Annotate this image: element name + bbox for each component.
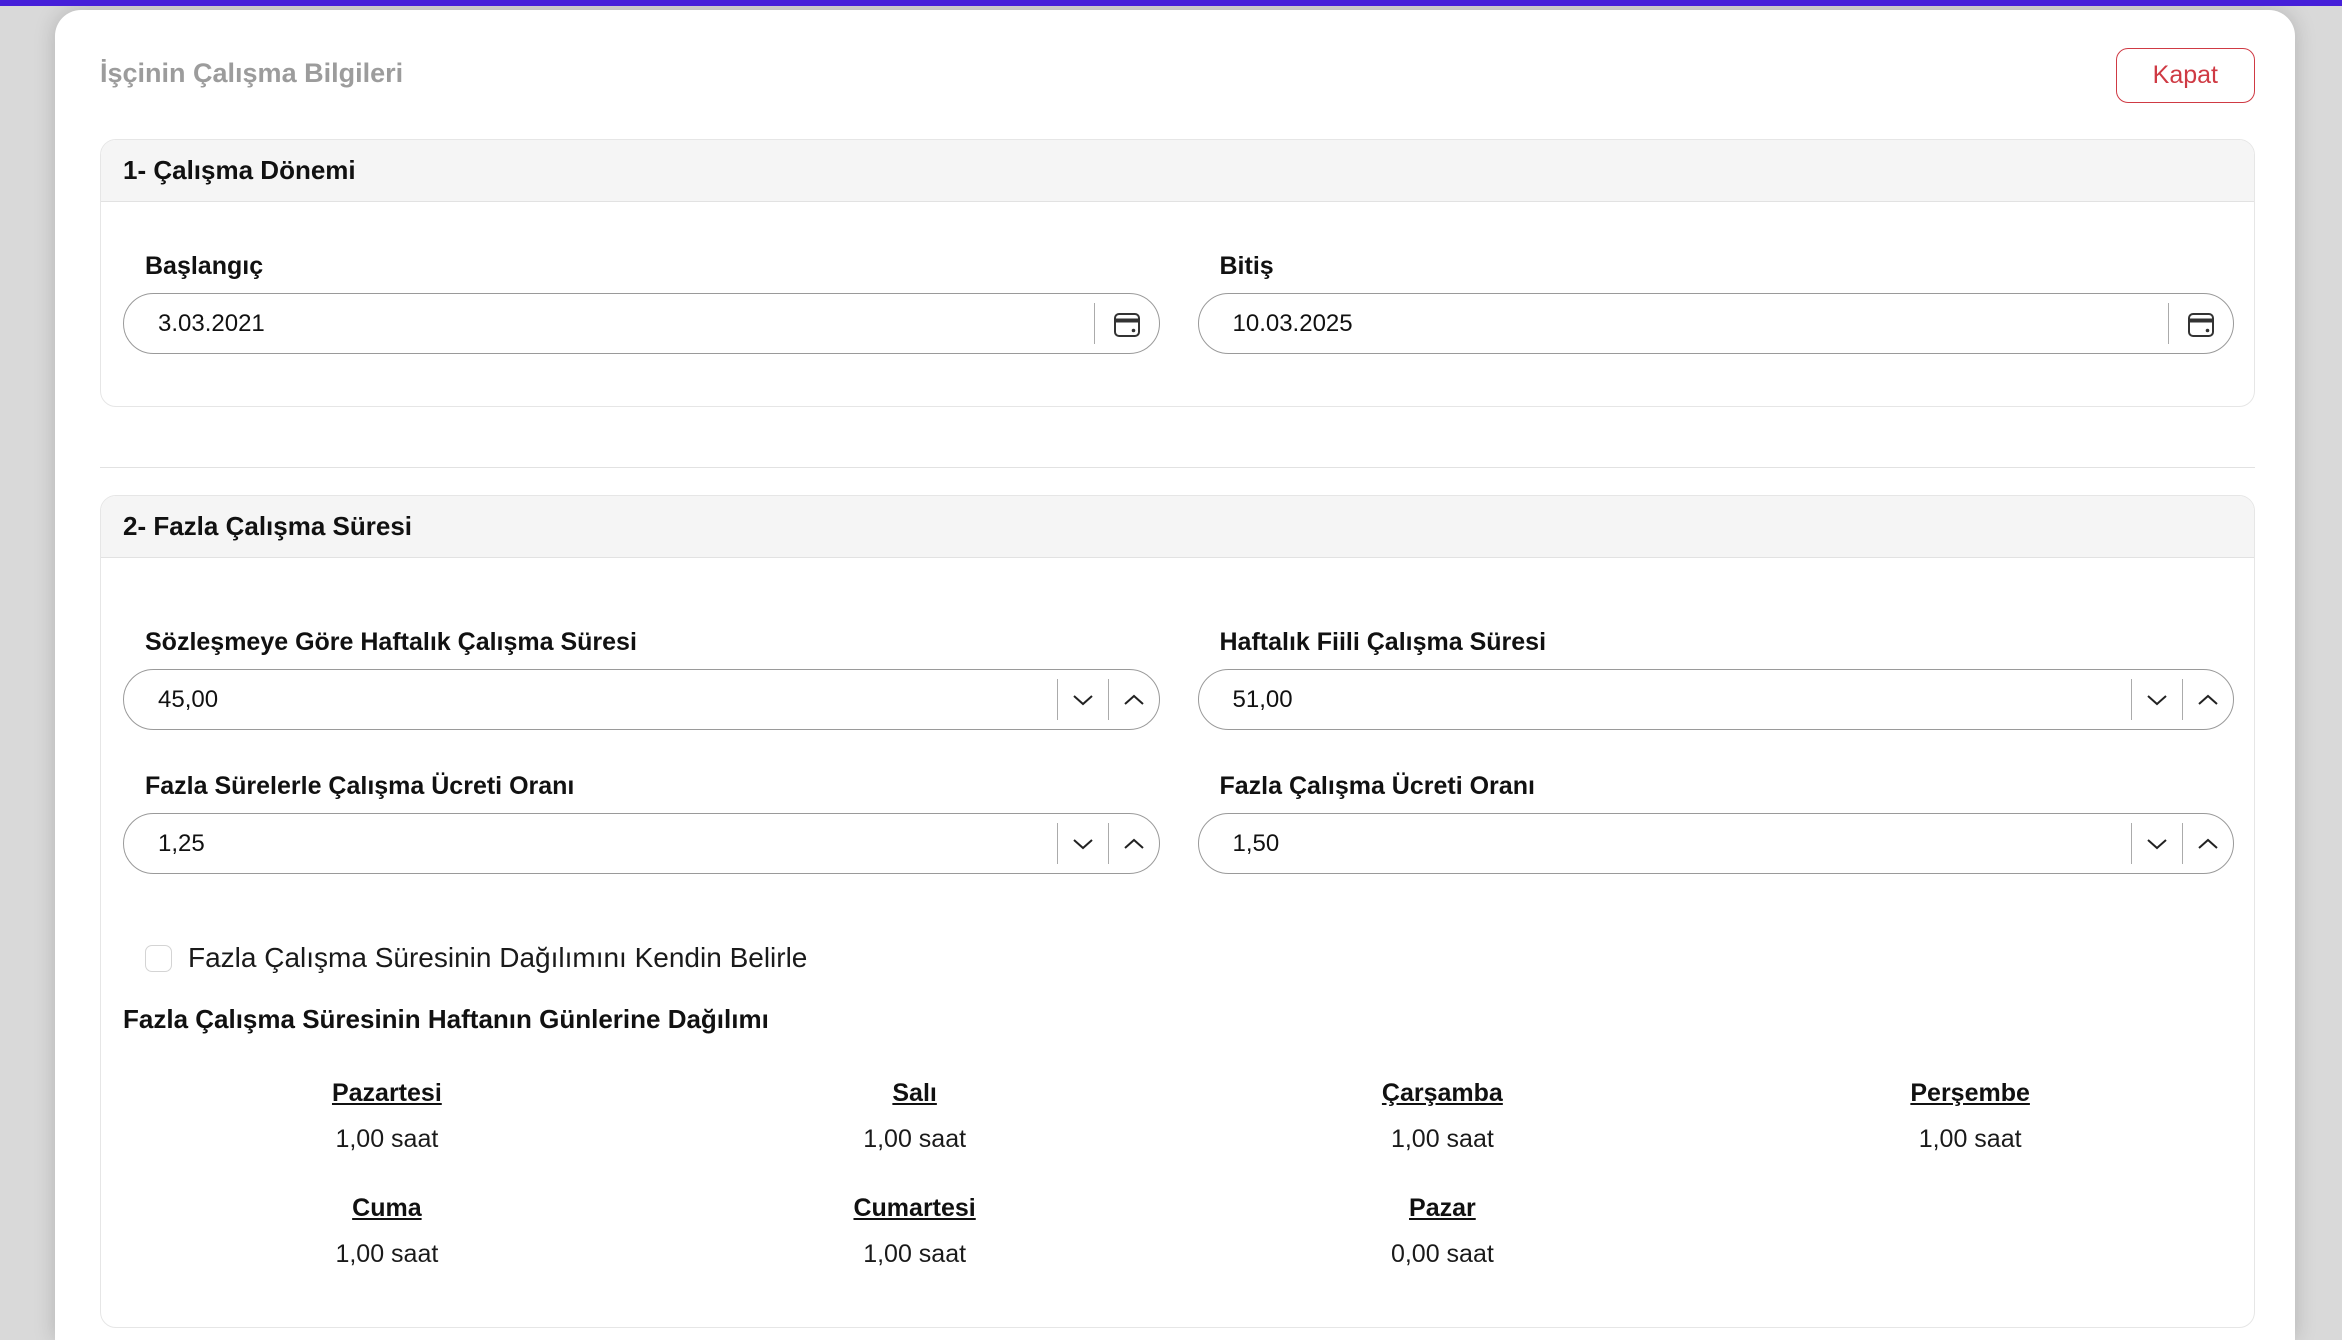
calendar-icon [1112,309,1142,339]
day-value: 1,00 saat [651,1125,1179,1154]
actual-weekly-hours-decrement-button[interactable] [2132,670,2182,729]
extra-period-rate-field-group: Fazla Sürelerle Çalışma Ücreti Oranı [123,772,1160,874]
end-date-input-wrap [1198,293,2235,354]
self-distribution-checkbox-label: Fazla Çalışma Süresinin Dağılımını Kendi… [188,942,807,974]
day-cell-saturday: Cumartesi 1,00 saat [651,1194,1179,1269]
day-name: Cumartesi [651,1194,1179,1223]
day-name: Perşembe [1706,1079,2234,1108]
day-cell-monday: Pazartesi 1,00 saat [123,1079,651,1154]
day-cell-sunday: Pazar 0,00 saat [1179,1194,1707,1269]
day-name: Çarşamba [1179,1079,1707,1108]
end-date-calendar-button[interactable] [2169,294,2233,353]
day-value: 1,00 saat [1179,1125,1707,1154]
end-date-input[interactable] [1199,294,2169,353]
contract-weekly-hours-input[interactable] [124,670,1057,729]
day-cell-friday: Cuma 1,00 saat [123,1194,651,1269]
section-overtime-body: Sözleşmeye Göre Haftalık Çalışma Süresi [101,558,2254,1327]
overtime-rate-input-wrap [1198,813,2235,874]
actual-weekly-hours-input-wrap [1198,669,2235,730]
section-work-period-body: Başlangıç [101,202,2254,406]
distribution-title: Fazla Çalışma Süresinin Haftanın Günleri… [123,1004,2234,1035]
day-cell-tuesday: Salı 1,00 saat [651,1079,1179,1154]
overtime-rate-decrement-button[interactable] [2132,814,2182,873]
day-cell-thursday: Perşembe 1,00 saat [1706,1079,2234,1154]
actual-weekly-hours-label: Haftalık Fiili Çalışma Süresi [1220,628,2235,657]
day-value: 1,00 saat [1706,1125,2234,1154]
calendar-icon [2186,309,2216,339]
day-name: Pazartesi [123,1079,651,1108]
extra-period-rate-label: Fazla Sürelerle Çalışma Ücreti Oranı [145,772,1160,801]
chevron-up-icon [1122,837,1146,851]
actual-weekly-hours-field-group: Haftalık Fiili Çalışma Süresi [1198,628,2235,730]
contract-weekly-hours-increment-button[interactable] [1109,670,1159,729]
contract-weekly-hours-decrement-button[interactable] [1058,670,1108,729]
overtime-rate-label: Fazla Çalışma Ücreti Oranı [1220,772,2235,801]
day-name: Salı [651,1079,1179,1108]
day-value: 1,00 saat [123,1125,651,1154]
extra-period-rate-input[interactable] [124,814,1057,873]
section-work-period-title: 1- Çalışma Dönemi [123,155,356,185]
overtime-rate-increment-button[interactable] [2183,814,2233,873]
section-divider [100,467,2255,468]
day-value: 1,00 saat [123,1240,651,1269]
section-overtime: 2- Fazla Çalışma Süresi Sözleşmeye Göre … [100,495,2255,1328]
chevron-down-icon [1071,837,1095,851]
modal-header: İşçinin Çalışma Bilgileri Kapat [100,48,2255,103]
start-date-input[interactable] [124,294,1094,353]
contract-weekly-hours-input-wrap [123,669,1160,730]
extra-period-rate-input-wrap [123,813,1160,874]
day-value: 0,00 saat [1179,1240,1707,1269]
contract-weekly-hours-field-group: Sözleşmeye Göre Haftalık Çalışma Süresi [123,628,1160,730]
section-work-period: 1- Çalışma Dönemi Başlangıç [100,139,2255,407]
end-date-label: Bitiş [1220,252,2235,281]
start-date-label: Başlangıç [145,252,1160,281]
section-overtime-title: 2- Fazla Çalışma Süresi [123,511,412,541]
start-date-field-group: Başlangıç [123,252,1160,354]
start-date-input-wrap [123,293,1160,354]
top-accent-bar [0,0,2342,6]
chevron-down-icon [2145,693,2169,707]
close-button[interactable]: Kapat [2116,48,2255,103]
actual-weekly-hours-input[interactable] [1199,670,2132,729]
extra-period-rate-decrement-button[interactable] [1058,814,1108,873]
chevron-up-icon [2196,693,2220,707]
day-name: Cuma [123,1194,651,1223]
days-distribution-grid: Pazartesi 1,00 saat Salı 1,00 saat Çarşa… [123,1079,2234,1269]
start-date-calendar-button[interactable] [1095,294,1159,353]
chevron-down-icon [2145,837,2169,851]
section-overtime-header: 2- Fazla Çalışma Süresi [101,496,2254,558]
self-distribution-checkbox[interactable] [145,945,172,972]
contract-weekly-hours-label: Sözleşmeye Göre Haftalık Çalışma Süresi [145,628,1160,657]
chevron-down-icon [1071,693,1095,707]
overtime-rate-input[interactable] [1199,814,2132,873]
day-name: Pazar [1179,1194,1707,1223]
day-value: 1,00 saat [651,1240,1179,1269]
day-cell-wednesday: Çarşamba 1,00 saat [1179,1079,1707,1154]
chevron-up-icon [2196,837,2220,851]
end-date-field-group: Bitiş [1198,252,2235,354]
chevron-up-icon [1122,693,1146,707]
overtime-rate-field-group: Fazla Çalışma Ücreti Oranı [1198,772,2235,874]
actual-weekly-hours-increment-button[interactable] [2183,670,2233,729]
self-distribution-checkbox-row: Fazla Çalışma Süresinin Dağılımını Kendi… [145,942,2234,974]
section-work-period-header: 1- Çalışma Dönemi [101,140,2254,202]
page-title: İşçinin Çalışma Bilgileri [100,48,403,89]
extra-period-rate-increment-button[interactable] [1109,814,1159,873]
worker-info-modal: İşçinin Çalışma Bilgileri Kapat 1- Çalış… [55,10,2295,1340]
